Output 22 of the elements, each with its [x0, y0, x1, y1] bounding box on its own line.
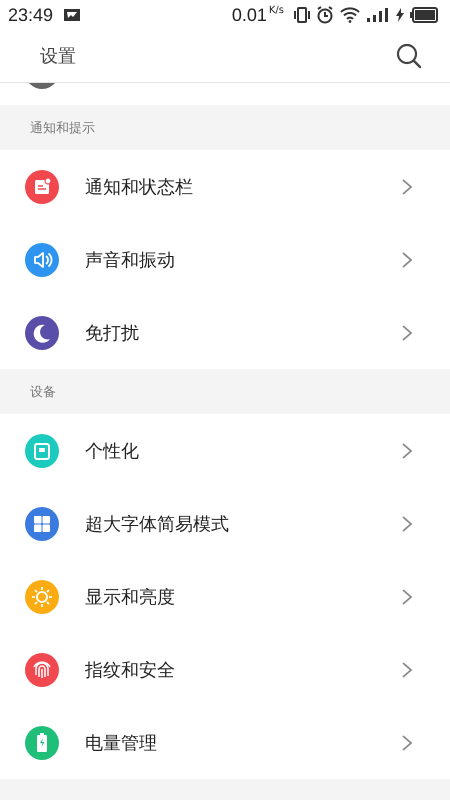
battery-icon	[410, 7, 438, 23]
section-header: 通知和提示	[0, 105, 450, 150]
chevron-right-icon	[401, 514, 413, 532]
page-title: 设置	[40, 45, 76, 68]
image-notification-icon	[63, 8, 82, 22]
chevron-right-icon	[401, 588, 413, 606]
charging-icon	[396, 8, 404, 22]
speed-unit: K/s	[268, 5, 284, 16]
chevron-right-icon	[401, 442, 413, 460]
section-header: 设备	[0, 369, 450, 414]
status-time: 23:49	[8, 4, 54, 26]
chevron-right-icon	[401, 660, 413, 678]
vibrate-icon	[294, 7, 310, 23]
chevron-right-icon	[401, 250, 413, 268]
search-button[interactable]	[394, 41, 424, 71]
alarm-icon	[316, 6, 334, 24]
signal-icon	[366, 8, 390, 22]
network-speed: 0.01	[232, 4, 267, 26]
chevron-right-icon	[401, 324, 413, 342]
wifi-icon	[340, 7, 360, 23]
chevron-right-icon	[401, 178, 413, 196]
chevron-right-icon	[401, 734, 413, 752]
